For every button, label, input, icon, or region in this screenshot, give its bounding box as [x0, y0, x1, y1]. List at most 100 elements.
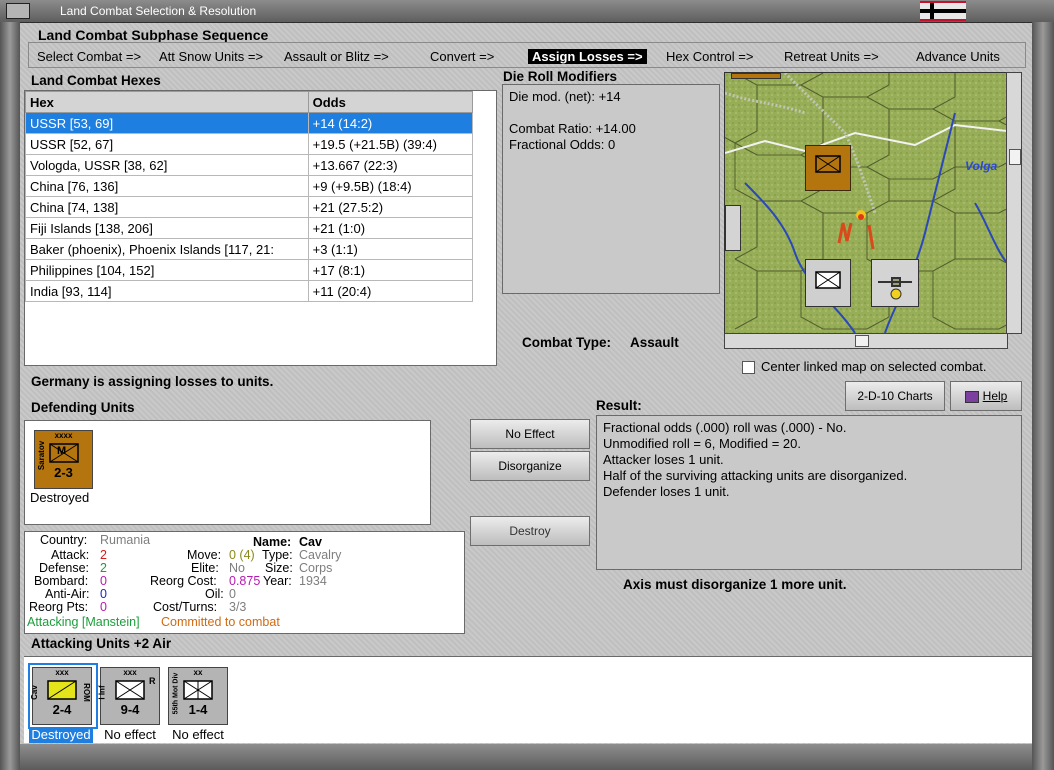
table-row[interactable]: Fiji Islands [138, 206] +21 (1:0) — [25, 217, 474, 239]
hexes-header-row: Hex Odds — [25, 91, 474, 113]
table-row[interactable]: Baker (phoenix), Phoenix Islands [117, 2… — [25, 238, 474, 260]
country-value: Rumania — [100, 533, 151, 547]
cost-turns-value: 3/3 — [229, 600, 247, 614]
cost-turns-label: Cost/Turns: — [153, 600, 218, 614]
map-vertical-thumb[interactable] — [1009, 149, 1021, 165]
help-button[interactable]: Help — [950, 381, 1022, 411]
map-vertical-scrollbar[interactable] — [1006, 72, 1022, 334]
result-note: Axis must disorganize 1 more unit. — [623, 577, 847, 592]
combat-type-value: Assault — [630, 335, 679, 350]
result-line: Fractional odds (.000) roll was (.000) -… — [603, 420, 847, 435]
bottom-frame — [20, 744, 1032, 770]
land-combat-window: Land Combat Selection & Resolution Land … — [0, 0, 1054, 770]
unit-nation: ROM — [81, 683, 91, 702]
system-menu-button[interactable] — [6, 3, 30, 19]
combat-ratio-text: Combat Ratio: +14.00 — [509, 121, 636, 136]
hex-cell: Philippines [104, 152] — [25, 259, 309, 281]
german-flag-icon — [920, 1, 966, 21]
hex-cell: Vologda, USSR [38, 62] — [25, 154, 309, 176]
attacking-unit-status: No effect — [172, 727, 224, 742]
result-line: Defender loses 1 unit. — [603, 484, 730, 499]
attacking-unit-counter-rom-cav[interactable]: xxx Cav ROM 2-4 — [29, 667, 92, 725]
seq-hex-control[interactable]: Hex Control => — [666, 49, 753, 64]
unit-size: xxxx — [54, 431, 73, 440]
seq-advance-units[interactable]: Advance Units — [916, 49, 1000, 64]
table-row[interactable]: Philippines [104, 152] +17 (8:1) — [25, 259, 474, 281]
hexes-table: Hex Odds USSR [53, 69] +14 (14:2) USSR [… — [25, 91, 474, 302]
seq-retreat-units[interactable]: Retreat Units => — [784, 49, 879, 64]
table-row[interactable]: Vologda, USSR [38, 62] +13.667 (22:3) — [25, 154, 474, 176]
modifiers-panel: Die mod. (net): +14 Combat Ratio: +14.00… — [502, 84, 720, 294]
defending-unit-counter[interactable]: xxxx Saratov M 2-3 — [34, 430, 93, 489]
map-unit-air-stack[interactable] — [871, 259, 919, 307]
unit-strength: 2-4 — [52, 702, 72, 717]
result-title: Result: — [596, 398, 642, 413]
linked-map[interactable]: Volga — [724, 72, 1008, 334]
unit-symbol-letter: M — [57, 445, 67, 457]
seq-assign-losses[interactable]: Assign Losses => — [528, 49, 647, 64]
seq-att-snow-units[interactable]: Att Snow Units => — [159, 49, 263, 64]
odds-cell: +9 (+9.5B) (18:4) — [307, 175, 474, 197]
unit-reserve-flag: R — [149, 676, 156, 686]
column-header-hex[interactable]: Hex — [25, 91, 309, 113]
center-map-checkbox[interactable] — [742, 361, 755, 374]
right-frame — [1032, 22, 1054, 770]
map-unit-german-infantry[interactable] — [805, 259, 851, 307]
hex-cell: China [74, 138] — [25, 196, 309, 218]
attacking-unit-status: No effect — [104, 727, 156, 742]
table-row[interactable]: India [93, 114] +11 (20:4) — [25, 280, 474, 302]
help-label: Help — [982, 389, 1008, 403]
map-unit-edge[interactable] — [725, 205, 741, 251]
modifiers-title: Die Roll Modifiers — [503, 69, 618, 84]
no-effect-button[interactable]: No Effect — [470, 419, 590, 449]
cavalry-symbol-icon — [47, 680, 77, 700]
attacking-units-panel: xxx Cav ROM 2-4 Destroyed xxx I Inf R 9-… — [24, 656, 1032, 743]
map-unit-top[interactable] — [731, 73, 781, 79]
odds-cell: +21 (1:0) — [307, 217, 474, 239]
table-row[interactable]: USSR [53, 69] +14 (14:2) — [25, 112, 474, 134]
table-row[interactable]: USSR [52, 67] +19.5 (+21.5B) (39:4) — [25, 133, 474, 155]
hex-cell: China [76, 136] — [25, 175, 309, 197]
hex-cell: Baker (phoenix), Phoenix Islands [117, 2… — [25, 238, 309, 260]
odds-cell: +11 (20:4) — [307, 280, 474, 302]
status-line: Germany is assigning losses to units. — [31, 374, 274, 389]
book-icon — [964, 390, 979, 403]
sequence-title: Land Combat Subphase Sequence — [38, 27, 269, 43]
attacking-unit-counter-55th-mot[interactable]: xx 55th Mot Div 1-4 — [168, 667, 228, 725]
center-map-label: Center linked map on selected combat. — [761, 359, 987, 374]
seq-assault-or-blitz[interactable]: Assault or Blitz => — [284, 49, 389, 64]
column-header-odds[interactable]: Odds — [307, 91, 474, 113]
fractional-odds-text: Fractional Odds: 0 — [509, 137, 616, 152]
destroy-button[interactable]: Destroy — [470, 516, 590, 546]
charts-button[interactable]: 2-D-10 Charts — [845, 381, 945, 411]
odds-cell: +21 (27.5:2) — [307, 196, 474, 218]
result-line: Attacker loses 1 unit. — [603, 452, 724, 467]
hexes-list: Hex Odds USSR [53, 69] +14 (14:2) USSR [… — [24, 90, 497, 366]
reorg-pts-label: Reorg Pts: — [29, 600, 89, 614]
table-row[interactable]: China [76, 136] +9 (+9.5B) (18:4) — [25, 175, 474, 197]
disorganize-button[interactable]: Disorganize — [470, 451, 590, 481]
unit-strength: 9-4 — [120, 702, 140, 717]
country-label: Country: — [40, 533, 88, 547]
odds-cell: +19.5 (+21.5B) (39:4) — [307, 133, 474, 155]
unit-info-panel: Country: Rumania Name: Cav Attack: 2 Mov… — [24, 531, 465, 634]
odds-cell: +17 (8:1) — [307, 259, 474, 281]
hex-cell: USSR [53, 69] — [25, 112, 309, 134]
map-unit-axis-armor[interactable] — [805, 145, 851, 191]
table-row[interactable]: China [74, 138] +21 (27.5:2) — [25, 196, 474, 218]
attacking-unit-counter-i-inf[interactable]: xxx I Inf R 9-4 — [98, 667, 160, 725]
volga-river-label: Volga — [965, 159, 998, 173]
map-horizontal-scrollbar[interactable] — [724, 333, 1008, 349]
seq-convert[interactable]: Convert => — [430, 49, 494, 64]
map-horizontal-thumb[interactable] — [855, 335, 869, 347]
hex-cell: India [93, 114] — [25, 280, 309, 302]
odds-cell: +13.667 (22:3) — [307, 154, 474, 176]
map-hexes — [725, 73, 1007, 333]
left-frame — [0, 22, 20, 770]
seq-select-combat[interactable]: Select Combat => — [37, 49, 141, 64]
attacking-leader: Attacking [Manstein] — [27, 615, 140, 629]
odds-cell: +14 (14:2) — [307, 112, 474, 134]
odds-cell: +3 (1:1) — [307, 238, 474, 260]
result-line: Half of the surviving attacking units ar… — [603, 468, 908, 483]
unit-name: Cav — [29, 685, 39, 700]
